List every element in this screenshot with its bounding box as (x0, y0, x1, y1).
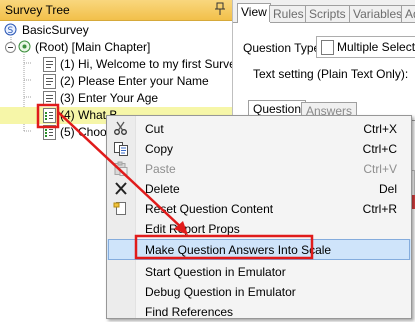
paste-icon (114, 161, 128, 176)
question-type-label: Question Type: (243, 41, 324, 55)
menu-item-shortcut: Del (378, 182, 397, 196)
svg-text:S: S (8, 26, 14, 36)
menu-item-label: Copy (145, 142, 174, 156)
tree-item-question-1[interactable]: (1) Hi, Welcome to my first Survey (0, 56, 242, 73)
menu-item-label: Make Question Answers Into Scale (145, 243, 332, 257)
menu-item-label: Debug Question in Emulator (145, 285, 296, 299)
delete-x-icon (115, 182, 127, 195)
tab-rules[interactable]: Rules (269, 5, 308, 22)
copy-icon (114, 142, 128, 156)
menu-item-label: Reset Question Content (145, 202, 274, 216)
tree-item-basicsurvey[interactable]: S BasicSurvey (0, 22, 232, 39)
context-menu: Cut Ctrl+X Copy Ctrl+C Paste Ctrl+V Dele… (106, 115, 412, 319)
chapter-icon (18, 40, 31, 53)
menu-item-find-references[interactable]: Find References (107, 301, 411, 322)
menu-item-label: Delete (145, 182, 180, 196)
text-setting-label: Text setting (Plain Text Only): (253, 67, 409, 81)
question-type-select[interactable]: Multiple Selection (316, 36, 415, 58)
tree-item-label: (2) Please Enter your Name (60, 74, 209, 88)
tree-item-label: (Root) [Main Chapter] (35, 40, 151, 54)
menu-item-reset-question-content[interactable]: Reset Question Content Ctrl+R (107, 198, 411, 219)
menu-item-label: Start Question in Emulator (145, 265, 286, 279)
panel-header: Survey Tree (0, 0, 232, 21)
multiple-selection-icon (321, 40, 334, 55)
panel-title: Survey Tree (5, 3, 70, 17)
menu-item-shortcut: Ctrl+R (362, 202, 397, 216)
menu-item-edit-report-props[interactable]: Edit Report Props (107, 218, 411, 239)
tree-item-root-chapter[interactable]: (Root) [Main Chapter] (0, 39, 232, 56)
tab-view[interactable]: View (237, 3, 271, 23)
multiple-selection-icon (43, 125, 56, 140)
tab-variables[interactable]: Variables (349, 5, 407, 22)
question-input-icon (43, 91, 56, 106)
survey-root-icon: S (4, 23, 17, 36)
menu-item-shortcut: Ctrl+C (362, 142, 397, 156)
question-input-icon (43, 74, 56, 89)
menu-item-copy[interactable]: Copy Ctrl+C (107, 138, 411, 159)
multiple-selection-icon (43, 108, 56, 123)
menu-item-label: Paste (145, 162, 176, 176)
menu-item-start-in-emulator[interactable]: Start Question in Emulator (107, 261, 411, 282)
question-text-icon (43, 57, 56, 72)
menu-item-debug-in-emulator[interactable]: Debug Question in Emulator (107, 281, 411, 302)
tree-item-question-3[interactable]: (3) Enter Your Age (0, 90, 232, 107)
pin-icon[interactable] (214, 2, 226, 16)
tab-scripts[interactable]: Scripts (305, 5, 350, 22)
tree-item-label: (3) Enter Your Age (60, 91, 159, 105)
tree-item-question-2[interactable]: (2) Please Enter your Name (0, 73, 232, 90)
scissors-icon (114, 121, 127, 135)
tree-item-label: BasicSurvey (22, 23, 89, 37)
menu-item-shortcut: Ctrl+V (363, 162, 397, 176)
menu-item-make-answers-into-scale[interactable]: Make Question Answers Into Scale (107, 239, 411, 260)
question-type-value: Multiple Selection (337, 40, 415, 54)
menu-item-paste[interactable]: Paste Ctrl+V (107, 158, 411, 179)
collapse-icon[interactable] (5, 42, 16, 53)
tab-ad[interactable]: Ad (401, 5, 415, 22)
tree-item-label: (1) Hi, Welcome to my first Survey (60, 57, 242, 71)
menu-item-label: Cut (145, 122, 164, 136)
editor-tabs: View Rules Scripts Variables Ad (233, 0, 415, 23)
reset-page-icon (113, 202, 126, 215)
menu-item-label: Edit Report Props (145, 222, 240, 236)
menu-item-cut[interactable]: Cut Ctrl+X (107, 118, 411, 139)
menu-item-shortcut: Ctrl+X (363, 122, 397, 136)
menu-item-delete[interactable]: Delete Del (107, 178, 411, 199)
